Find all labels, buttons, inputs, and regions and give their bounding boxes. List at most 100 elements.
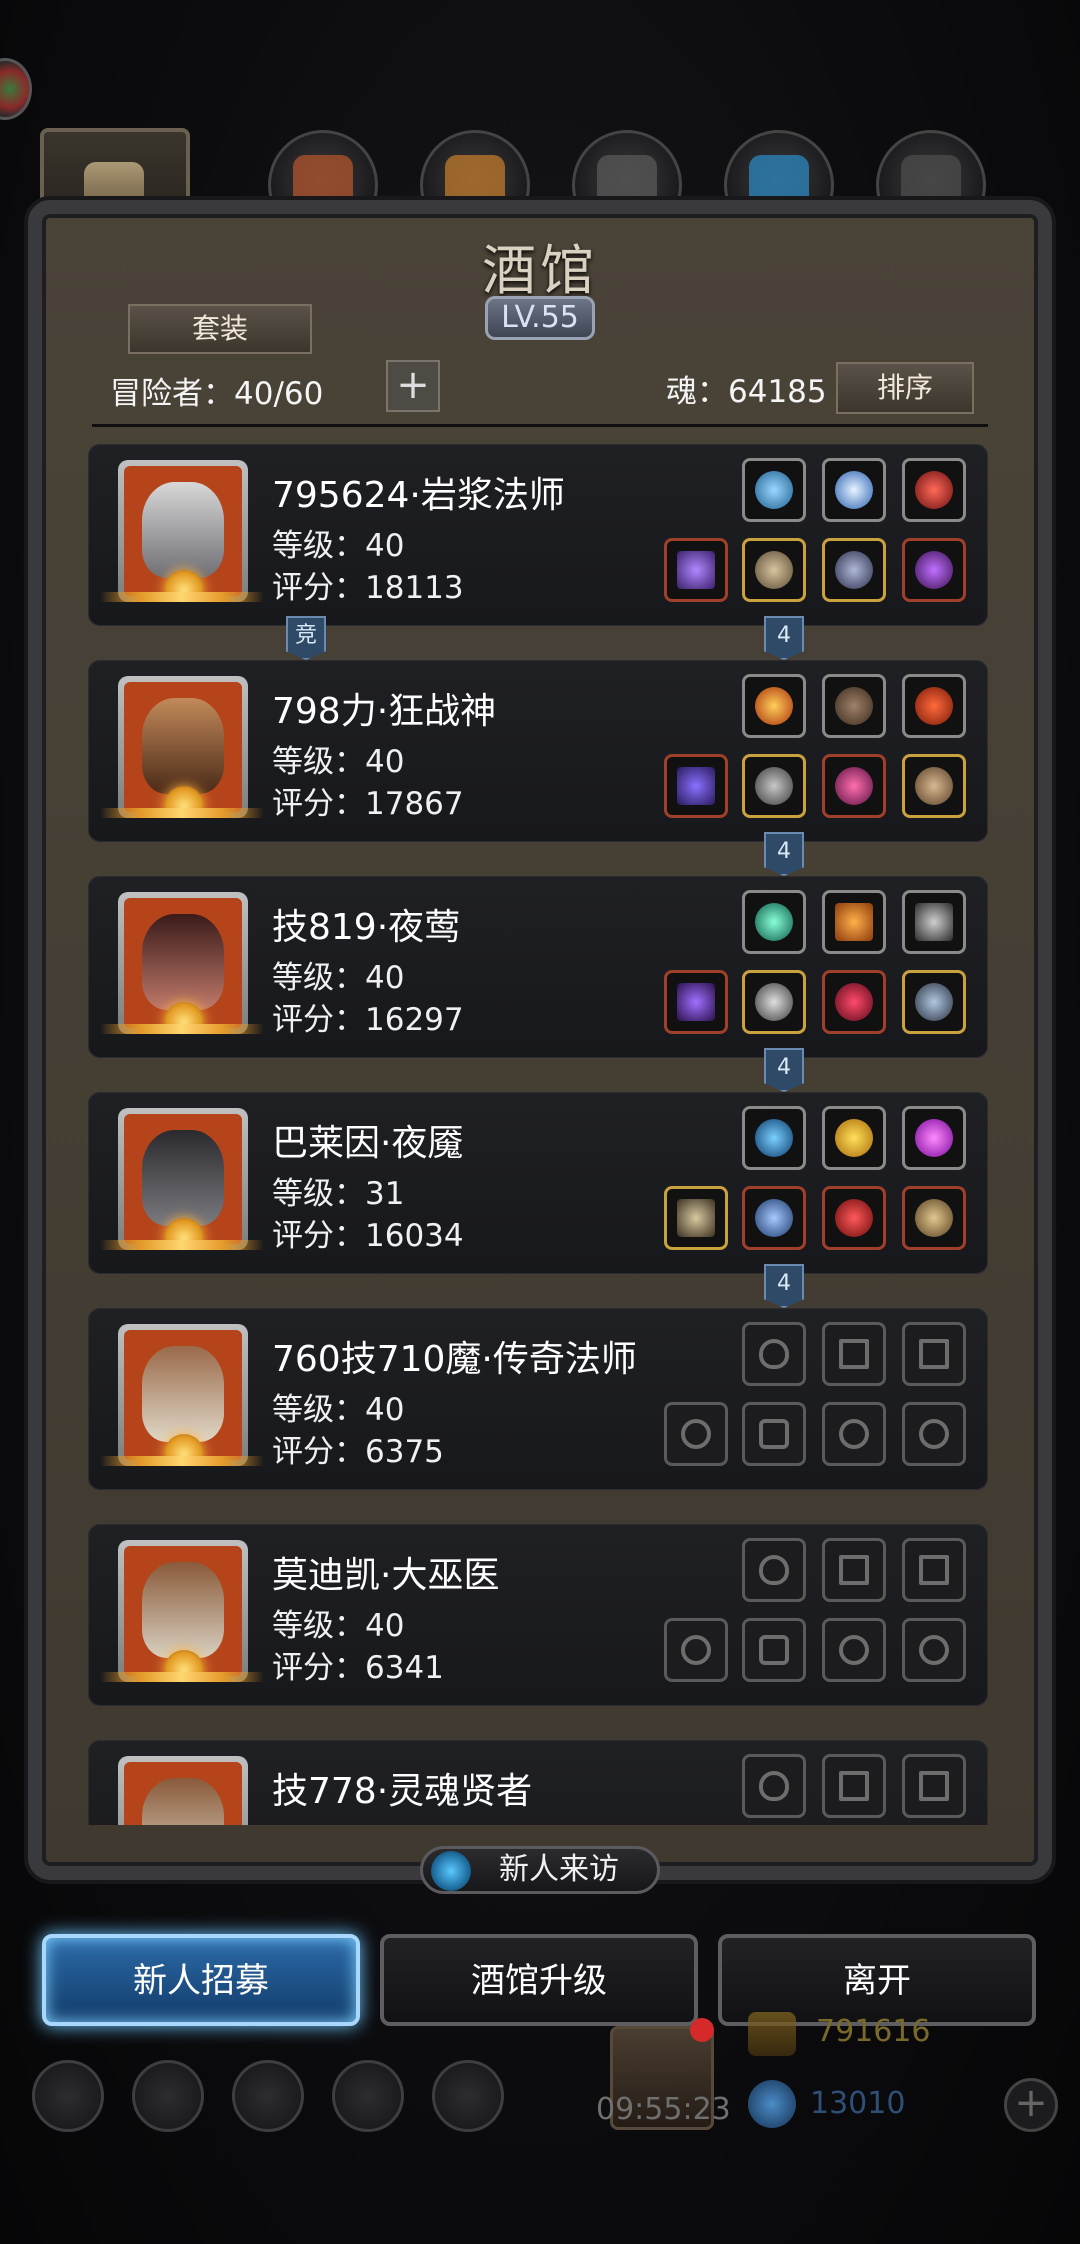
- equip-slot[interactable]: [902, 1186, 966, 1250]
- skill-slot[interactable]: [902, 890, 966, 954]
- skill-slot[interactable]: [822, 1106, 886, 1170]
- hero-name: 技778·灵魂贤者: [272, 1771, 533, 1812]
- achievement-icon[interactable]: [132, 2060, 204, 2132]
- empty-equip-slot[interactable]: [902, 1402, 966, 1466]
- mail-icon[interactable]: [332, 2060, 404, 2132]
- empty-skill-slot[interactable]: [902, 1754, 966, 1818]
- hero-portrait: [118, 1756, 248, 1825]
- empty-skill-slot[interactable]: [822, 1754, 886, 1818]
- hero-face-icon: [142, 1778, 224, 1825]
- equip-slot[interactable]: [742, 754, 806, 818]
- hero-list[interactable]: 795624·岩浆法师 等级：40 评分：18113 竞 4 798力·狂战神 …: [88, 440, 988, 1825]
- skill-slot[interactable]: [742, 674, 806, 738]
- hero-card[interactable]: 795624·岩浆法师 等级：40 评分：18113: [88, 444, 988, 626]
- equip-slot[interactable]: [742, 1186, 806, 1250]
- hero-portrait: [118, 1108, 248, 1250]
- empty-equip-slot[interactable]: [822, 1618, 886, 1682]
- gauntlet-icon: [915, 767, 953, 805]
- spear-icon: [677, 983, 715, 1021]
- upgrade-tavern-button[interactable]: 酒馆升级: [380, 1934, 698, 2026]
- add-currency-button[interactable]: +: [1004, 2078, 1058, 2132]
- hero-name: 莫迪凯·大巫医: [272, 1555, 500, 1596]
- empty-equip-slot[interactable]: [742, 1402, 806, 1466]
- equip-slot[interactable]: [664, 754, 728, 818]
- sort-button[interactable]: 排序: [836, 362, 974, 414]
- burst-icon: [835, 1119, 873, 1157]
- hero-card[interactable]: 巴莱因·夜魇 等级：31 评分：16034: [88, 1092, 988, 1274]
- count-tag: 4: [764, 1048, 804, 1092]
- wing-ornament: [100, 1024, 264, 1034]
- hero-card[interactable]: 798力·狂战神 等级：40 评分：17867: [88, 660, 988, 842]
- spirit-icon: [755, 903, 793, 941]
- gem-amount: 13010: [810, 2086, 906, 2121]
- empty-skill-slot[interactable]: [902, 1538, 966, 1602]
- ice-crystal-icon: [835, 471, 873, 509]
- empty-skill-slot[interactable]: [822, 1538, 886, 1602]
- equip-slot[interactable]: [902, 754, 966, 818]
- empty-skill-slot[interactable]: [742, 1538, 806, 1602]
- skill-slot[interactable]: [902, 674, 966, 738]
- hero-portrait: [118, 460, 248, 602]
- skill-slot[interactable]: [822, 890, 886, 954]
- empty-skill-slot[interactable]: [742, 1754, 806, 1818]
- empty-skill-slot[interactable]: [902, 1322, 966, 1386]
- skill-slot[interactable]: [742, 890, 806, 954]
- count-tag: 4: [764, 832, 804, 876]
- equip-slot[interactable]: [822, 754, 886, 818]
- empty-skill-slot[interactable]: [742, 1322, 806, 1386]
- gift-timer: 09:55:23: [596, 2092, 731, 2127]
- equip-slot[interactable]: [664, 1186, 728, 1250]
- equip-slot[interactable]: [902, 538, 966, 602]
- equip-slot[interactable]: [822, 970, 886, 1034]
- hero-level: 等级：40: [272, 960, 405, 996]
- wing-ornament: [100, 592, 264, 602]
- equip-slot[interactable]: [902, 970, 966, 1034]
- equip-slot[interactable]: [822, 1186, 886, 1250]
- equip-slot[interactable]: [664, 538, 728, 602]
- gem-icon: [748, 2080, 796, 2128]
- hero-score: 评分：17867: [272, 786, 464, 822]
- count-tag: 4: [764, 1264, 804, 1308]
- empty-skill-slot[interactable]: [822, 1322, 886, 1386]
- hero-level: 等级：31: [272, 1176, 405, 1212]
- arena-tag: 竞: [286, 616, 326, 660]
- set-button[interactable]: 套装: [128, 304, 312, 354]
- empty-equip-slot[interactable]: [664, 1618, 728, 1682]
- skill-slot[interactable]: [822, 674, 886, 738]
- hero-card[interactable]: 技778·灵魂贤者: [88, 1740, 988, 1825]
- hero-card[interactable]: 760技710魔·传奇法师 等级：40 评分：6375: [88, 1308, 988, 1490]
- hero-level: 等级：40: [272, 1392, 405, 1428]
- equip-slot[interactable]: [742, 970, 806, 1034]
- hero-portrait: [118, 1540, 248, 1682]
- hero-score: 评分：16034: [272, 1218, 464, 1254]
- armor-placeholder-icon: [759, 1419, 789, 1449]
- empty-equip-slot[interactable]: [742, 1618, 806, 1682]
- wing-ornament: [100, 1240, 264, 1250]
- hero-card[interactable]: 技819·夜莺 等级：40 评分：16297: [88, 876, 988, 1058]
- new-visitor-button[interactable]: 新人来访: [420, 1846, 660, 1894]
- equip-slot[interactable]: [742, 538, 806, 602]
- soul-counter: 魂：64185: [666, 374, 827, 410]
- armor-placeholder-icon: [759, 1635, 789, 1665]
- skill-slot[interactable]: [742, 1106, 806, 1170]
- ring-placeholder-icon: [919, 1419, 949, 1449]
- hero-card[interactable]: 莫迪凯·大巫医 等级：40 评分：6341: [88, 1524, 988, 1706]
- skill-slot[interactable]: [822, 458, 886, 522]
- settings-icon[interactable]: [32, 2060, 104, 2132]
- empty-equip-slot[interactable]: [822, 1402, 886, 1466]
- recruit-button[interactable]: 新人招募: [42, 1934, 360, 2026]
- equip-slot[interactable]: [822, 538, 886, 602]
- wing-ornament: [100, 1456, 264, 1466]
- hero-portrait: [118, 676, 248, 818]
- equip-slot[interactable]: [664, 970, 728, 1034]
- handshake-icon[interactable]: [432, 2060, 504, 2132]
- add-slot-button[interactable]: +: [386, 360, 440, 412]
- skill-slot[interactable]: [902, 458, 966, 522]
- armor-icon: [755, 1199, 793, 1237]
- guild-icon[interactable]: [232, 2060, 304, 2132]
- skill-slot[interactable]: [902, 1106, 966, 1170]
- skill-slot[interactable]: [742, 458, 806, 522]
- empty-equip-slot[interactable]: [664, 1402, 728, 1466]
- empty-equip-slot[interactable]: [902, 1618, 966, 1682]
- ring-placeholder-icon: [839, 1635, 869, 1665]
